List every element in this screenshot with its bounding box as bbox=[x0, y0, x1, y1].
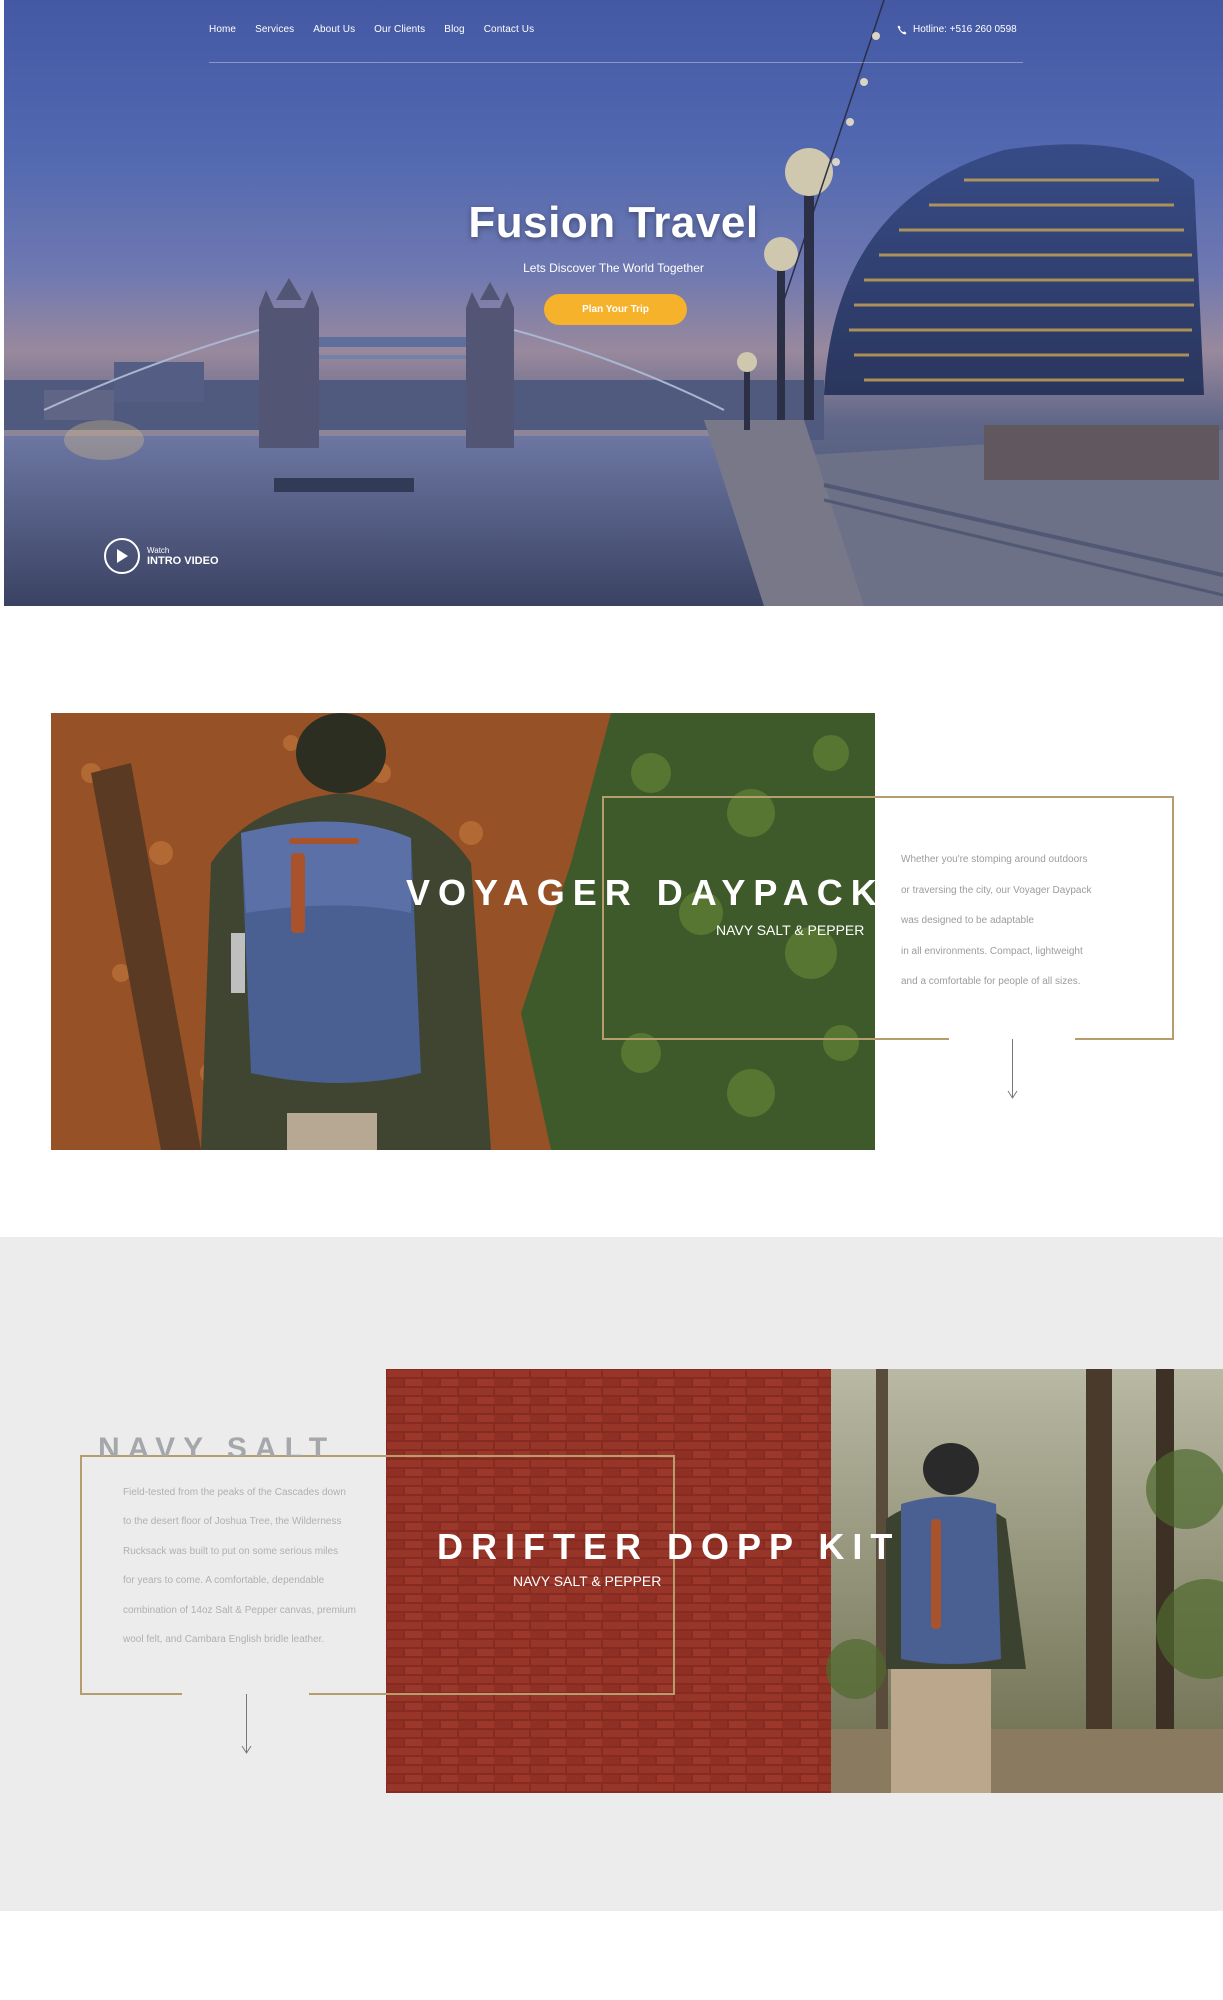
nav-contact-us[interactable]: Contact Us bbox=[484, 24, 534, 35]
product1-frame-bottom-left bbox=[602, 1038, 949, 1040]
main-nav: Home Services About Us Our Clients Blog … bbox=[209, 24, 534, 35]
plan-your-trip-button[interactable]: Plan Your Trip bbox=[544, 294, 687, 325]
product1-frame-bottom-right bbox=[1075, 1038, 1174, 1040]
nav-services[interactable]: Services bbox=[255, 24, 294, 35]
product1-frame-top bbox=[602, 796, 1174, 798]
product1-frame-right bbox=[1172, 796, 1174, 1040]
nav-home[interactable]: Home bbox=[209, 24, 236, 35]
hotline[interactable]: Hotline: +516 260 0598 bbox=[897, 24, 1017, 35]
drifter-dopp-kit-image bbox=[386, 1369, 1223, 1793]
video-watch-label: Watch bbox=[147, 545, 170, 555]
product1-frame-left bbox=[602, 796, 604, 1040]
nav-our-clients[interactable]: Our Clients bbox=[374, 24, 425, 35]
product2-frame-bottom-right bbox=[309, 1693, 675, 1695]
product1-title: VOYAGER DAYPACK bbox=[406, 872, 885, 913]
product1-desc-line: in all environments. Compact, lightweigh… bbox=[901, 945, 1083, 957]
product2-desc-line: wool felt, and Cambara English bridle le… bbox=[123, 1634, 325, 1646]
product2-desc-line: Rucksack was built to put on some seriou… bbox=[123, 1545, 339, 1557]
nav-about-us[interactable]: About Us bbox=[313, 24, 355, 35]
nav-divider bbox=[209, 62, 1023, 63]
intro-video-button[interactable]: Watch INTRO VIDEO bbox=[104, 538, 219, 574]
product1-desc-line: was designed to be adaptable bbox=[901, 915, 1034, 926]
product2-desc-line: combination of 14oz Salt & Pepper canvas… bbox=[123, 1604, 356, 1616]
play-icon bbox=[104, 538, 140, 574]
hero-title: Fusion Travel bbox=[468, 198, 759, 247]
product1-description: Whether you're stomping around outdoors … bbox=[901, 845, 1141, 998]
product2-description: Field-tested from the peaks of the Casca… bbox=[123, 1478, 383, 1654]
product2-frame-left bbox=[80, 1455, 82, 1695]
product2-subtitle: NAVY SALT & PEPPER bbox=[513, 1573, 662, 1589]
hotline-text: Hotline: +516 260 0598 bbox=[913, 24, 1017, 35]
nav-blog[interactable]: Blog bbox=[444, 24, 464, 35]
product2-title: DRIFTER DOPP KIT bbox=[437, 1526, 901, 1567]
product2-desc-line: to the desert floor of Joshua Tree, the … bbox=[123, 1516, 342, 1528]
video-intro-label: INTRO VIDEO bbox=[147, 554, 219, 567]
product2-frame-right bbox=[673, 1455, 675, 1695]
product2-desc-line: Field-tested from the peaks of the Casca… bbox=[123, 1487, 346, 1498]
product1-desc-line: or traversing the city, our Voyager Dayp… bbox=[901, 884, 1092, 896]
product1-desc-line: Whether you're stomping around outdoors bbox=[901, 854, 1088, 865]
product1-subtitle: NAVY SALT & PEPPER bbox=[716, 922, 865, 938]
hero-section: Home Services About Us Our Clients Blog … bbox=[4, 0, 1223, 606]
product2-ghost-heading: NAVY SALT bbox=[98, 1432, 336, 1456]
hero-subtitle: Lets Discover The World Together bbox=[523, 261, 704, 275]
product2-frame-bottom-left bbox=[80, 1693, 182, 1695]
product2-desc-line: for years to come. A comfortable, depend… bbox=[123, 1575, 325, 1587]
product1-desc-line: and a comfortable for people of all size… bbox=[901, 976, 1081, 987]
phone-icon bbox=[897, 25, 907, 34]
